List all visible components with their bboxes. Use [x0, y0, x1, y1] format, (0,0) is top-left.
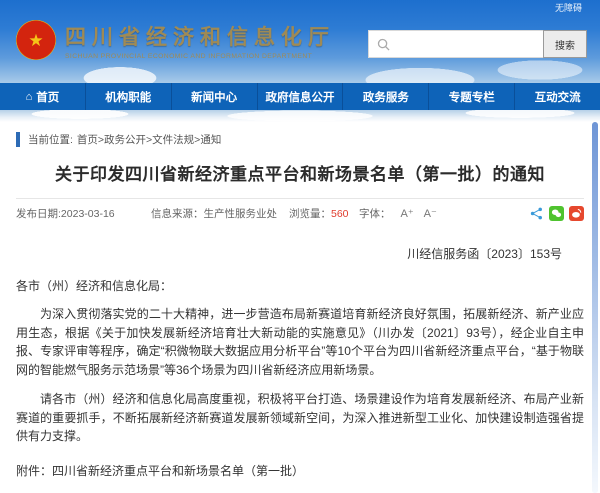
publish-date: 发布日期:2023-03-16 — [16, 206, 151, 221]
nav-item-organization[interactable]: 机构职能 — [86, 83, 172, 110]
home-icon: ⌂ — [26, 91, 33, 103]
salutation: 各市（州）经济和信息化局： — [16, 277, 584, 294]
publish-date-label: 发布日期: — [16, 208, 61, 220]
site-title-english: SICHUAN PROVINCIAL ECONOMIC AND INFORMAT… — [65, 53, 335, 60]
accessibility-link[interactable]: 无障碍 — [555, 1, 582, 14]
document-number: 川经信服务函〔2023〕153号 — [16, 245, 584, 262]
breadcrumb-path[interactable]: 首页>政务公开>文件法规>通知 — [77, 132, 221, 147]
breadcrumb-marker — [16, 132, 20, 147]
breadcrumb: 当前位置: 首页>政务公开>文件法规>通知 — [16, 132, 584, 147]
view-count-value: 560 — [331, 208, 349, 220]
site-header: 无障碍 ★ 四川省经济和信息化厅 SICHUAN PROVINCIAL ECON… — [0, 0, 600, 83]
body-paragraph: 为深入贯彻落实党的二十大精神，进一步营造布局新赛道培育新经济良好氛围，拓展新经济… — [16, 305, 584, 379]
nav-item-topics[interactable]: 专题专栏 — [429, 83, 515, 110]
nav-item-label: 政府信息公开 — [266, 89, 335, 105]
attachment-link[interactable]: 四川省新经济重点平台和新场景名单（第一批） — [52, 464, 304, 478]
view-count-label: 浏览量： — [289, 208, 331, 220]
info-source: 信息来源：生产性服务业处 — [151, 206, 289, 221]
title-divider — [16, 198, 584, 199]
search-icon — [377, 38, 390, 51]
share-buttons — [529, 206, 584, 221]
publish-date-value: 2023-03-16 — [61, 208, 115, 220]
view-count: 浏览量：560 — [289, 206, 359, 221]
scrollbar[interactable] — [592, 122, 598, 493]
font-increase-button[interactable]: A⁺ — [401, 207, 414, 220]
page-title: 关于印发四川省新经济重点平台和新场景名单（第一批）的通知 — [16, 160, 584, 185]
font-size-control: 字体： A⁺ A⁻ — [359, 206, 437, 221]
nav-item-home[interactable]: ⌂ 首页 — [0, 83, 86, 110]
breadcrumb-label: 当前位置: — [28, 132, 73, 147]
weibo-icon[interactable] — [569, 206, 584, 221]
search-button[interactable]: 搜索 — [543, 30, 587, 58]
nav-item-label: 政务服务 — [363, 89, 409, 105]
star-icon: ★ — [28, 32, 43, 49]
attachment-label: 附件： — [16, 464, 52, 478]
nav-item-services[interactable]: 政务服务 — [343, 83, 429, 110]
article-meta-bar: 发布日期:2023-03-16 信息来源：生产性服务业处 浏览量：560 字体：… — [16, 201, 584, 225]
scrollbar-thumb[interactable] — [592, 122, 598, 493]
site-brand: ★ 四川省经济和信息化厅 SICHUAN PROVINCIAL ECONOMIC… — [16, 20, 335, 60]
nav-item-label: 专题专栏 — [449, 89, 495, 105]
nav-item-interaction[interactable]: 互动交流 — [515, 83, 600, 110]
national-emblem-logo: ★ — [16, 20, 56, 60]
search-input[interactable] — [390, 31, 544, 57]
wechat-icon[interactable] — [549, 206, 564, 221]
attachment-line: 附件：四川省新经济重点平台和新场景名单（第一批） — [16, 462, 584, 479]
share-icon[interactable] — [529, 206, 544, 221]
brand-text: 四川省经济和信息化厅 SICHUAN PROVINCIAL ECONOMIC A… — [65, 21, 335, 60]
search-bar: 搜索 — [368, 30, 578, 58]
nav-item-gov-info[interactable]: 政府信息公开 — [258, 83, 344, 110]
nav-item-label: 新闻中心 — [191, 89, 237, 105]
font-decrease-button[interactable]: A⁻ — [424, 207, 437, 220]
article-content: 当前位置: 首页>政务公开>文件法规>通知 关于印发四川省新经济重点平台和新场景… — [0, 132, 600, 493]
cloud-banner — [0, 110, 600, 122]
info-source-label: 信息来源： — [151, 208, 204, 220]
nav-item-label: 首页 — [36, 89, 59, 105]
nav-item-label: 机构职能 — [105, 89, 151, 105]
nav-item-news[interactable]: 新闻中心 — [172, 83, 258, 110]
site-title: 四川省经济和信息化厅 — [65, 21, 335, 51]
body-paragraph: 请各市（州）经济和信息化局高度重视，积极将平台打造、场景建设作为培育发展新经济、… — [16, 390, 584, 446]
nav-item-label: 互动交流 — [535, 89, 581, 105]
main-nav: ⌂ 首页 机构职能 新闻中心 政府信息公开 政务服务 专题专栏 互动交流 — [0, 83, 600, 110]
font-size-label: 字体： — [359, 206, 391, 221]
info-source-value: 生产性服务业处 — [204, 208, 278, 220]
